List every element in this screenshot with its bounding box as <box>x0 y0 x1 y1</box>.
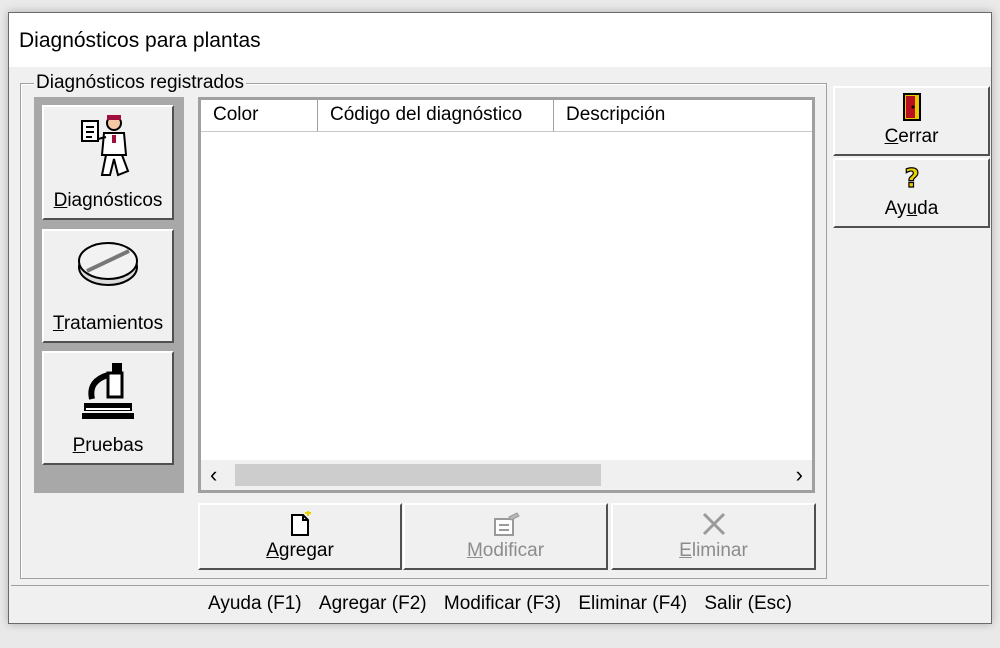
eliminar-label: Eliminar <box>679 540 748 561</box>
microscope-icon <box>44 359 172 428</box>
group-label: Diagnósticos registrados <box>34 72 247 94</box>
help-question-icon: ? <box>835 163 988 199</box>
exit-door-icon <box>835 92 988 127</box>
scroll-right-icon[interactable]: › <box>796 462 803 488</box>
scroll-left-icon[interactable]: ‹ <box>210 462 217 488</box>
delete-x-icon <box>613 511 814 543</box>
side-button-panel: Diagnósticos Tratamientos Pruebas <box>34 97 184 493</box>
horizontal-scrollbar[interactable]: ‹ › <box>201 460 812 490</box>
tratamientos-label: Tratamientos <box>52 313 164 334</box>
svg-text:?: ? <box>904 164 919 194</box>
tratamientos-button[interactable]: Tratamientos <box>42 229 174 343</box>
agregar-label: Agregar <box>266 540 334 561</box>
diagnosticos-label: Diagnósticos <box>53 190 163 211</box>
column-header-codigo[interactable]: Código del diagnóstico <box>318 100 554 132</box>
pruebas-button[interactable]: Pruebas <box>42 351 174 465</box>
doctor-icon <box>44 113 172 188</box>
column-header-color[interactable]: Color <box>201 100 318 132</box>
window-title: Diagnósticos para plantas <box>19 29 261 52</box>
diagnosticos-button[interactable]: Diagnósticos <box>42 105 174 220</box>
agregar-button[interactable]: Agregar <box>198 503 402 570</box>
status-item-modify: Modificar (F3) <box>443 593 562 614</box>
main-window: Diagnósticos para plantas Diagnósticos r… <box>8 12 992 624</box>
pill-icon <box>44 237 172 296</box>
pruebas-label: Pruebas <box>72 435 144 456</box>
ayuda-button[interactable]: ? Ayuda <box>833 158 990 228</box>
cerrar-button[interactable]: Cerrar <box>833 86 990 156</box>
modificar-label: Modificar <box>466 540 545 561</box>
cerrar-label: Cerrar <box>884 126 939 147</box>
status-item-add: Agregar (F2) <box>318 593 427 614</box>
status-bar: Ayuda (F1) Agregar (F2) Modificar (F3) E… <box>11 585 989 622</box>
diagnostics-list[interactable]: Color Código del diagnóstico Descripción… <box>198 97 815 493</box>
scrollbar-thumb[interactable] <box>235 464 601 486</box>
ayuda-label: Ayuda <box>884 198 939 219</box>
column-header-descripcion[interactable]: Descripción <box>554 100 812 132</box>
status-item-help: Ayuda (F1) <box>207 593 302 614</box>
status-item-delete: Eliminar (F4) <box>578 593 688 614</box>
status-item-exit: Salir (Esc) <box>704 593 792 614</box>
title-bar: Diagnósticos para plantas <box>9 13 991 67</box>
modificar-button[interactable]: Modificar <box>403 503 608 570</box>
eliminar-button[interactable]: Eliminar <box>611 503 816 570</box>
